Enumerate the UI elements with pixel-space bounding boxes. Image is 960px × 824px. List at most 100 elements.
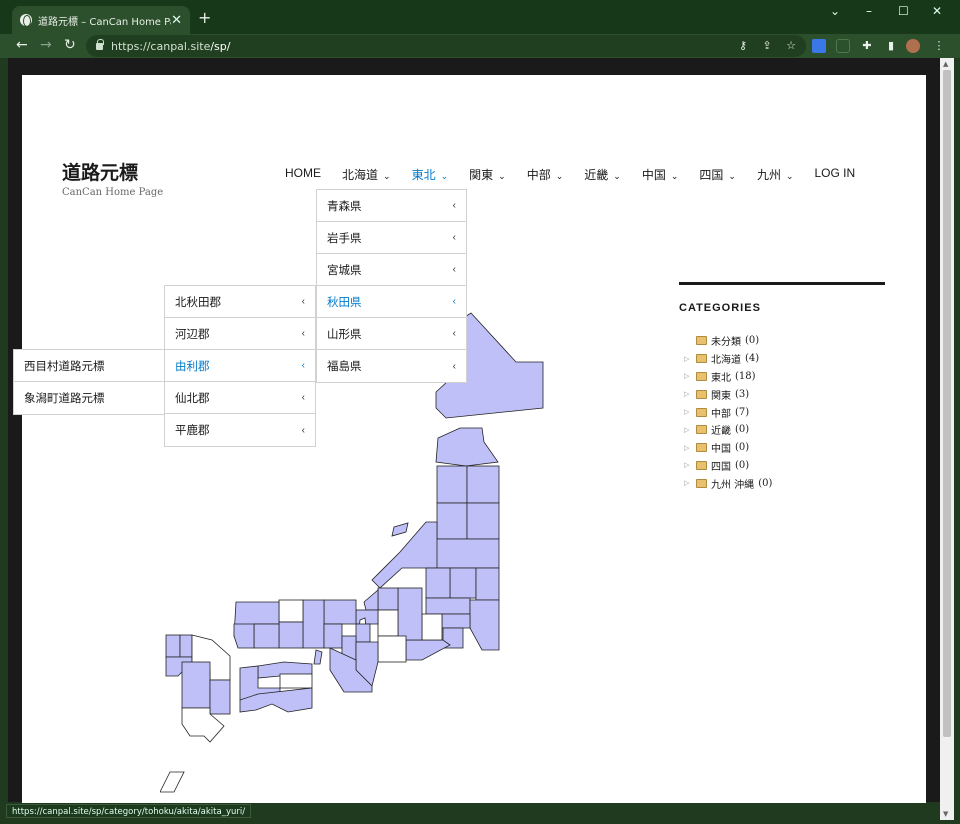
submenu-item[interactable]: 秋田県 ‹ (317, 286, 466, 318)
category-item[interactable]: ▷ 中国 (0) (684, 439, 772, 457)
category-item[interactable]: ▷ 四国 (0) (684, 457, 772, 475)
key-icon[interactable]: ⚷ (736, 39, 750, 53)
chevron-left-icon[interactable]: ‹ (302, 296, 305, 307)
nav-item[interactable]: HOME (285, 166, 321, 182)
category-name[interactable]: 中国 (711, 440, 731, 455)
submenu-item[interactable]: 青森県 ‹ (317, 190, 466, 222)
profile-avatar[interactable] (906, 39, 920, 53)
chevron-down-icon[interactable]: ⌄ (556, 171, 564, 181)
star-icon[interactable]: ☆ (784, 39, 798, 53)
submenu-item[interactable]: 象潟町道路元標 (14, 382, 164, 414)
chevron-down-icon[interactable]: ⌄ (498, 171, 506, 181)
map-region-fukui (355, 609, 379, 625)
expand-triangle-icon[interactable]: ▷ (684, 372, 696, 380)
expand-triangle-icon[interactable]: ▷ (684, 444, 696, 452)
maximize-icon[interactable]: ☐ (898, 4, 909, 18)
chevron-down-icon[interactable]: ⌄ (671, 171, 679, 181)
submenu-item[interactable]: 西目村道路元標 (14, 350, 164, 382)
submenu-item[interactable]: 河辺郡 ‹ (165, 318, 315, 350)
category-item[interactable]: ▷ 東北 (18) (684, 368, 772, 386)
submenu-item[interactable]: 宮城県 ‹ (317, 254, 466, 286)
expand-triangle-icon[interactable]: ▷ (684, 426, 696, 434)
nav-item[interactable]: 東北 ⌄ (412, 166, 449, 182)
window-close-icon[interactable]: ✕ (932, 4, 942, 18)
submenu-item[interactable]: 岩手県 ‹ (317, 222, 466, 254)
close-tab-icon[interactable]: ✕ (171, 13, 182, 28)
reload-icon[interactable]: ↻ (64, 37, 76, 53)
district-submenu: 北秋田郡 ‹ 河辺郡 ‹ 由利郡 ‹ 仙北郡 ‹ 平鹿郡 ‹ (164, 285, 316, 447)
submenu-item[interactable]: 由利郡 ‹ (165, 350, 315, 382)
category-name[interactable]: 中部 (711, 405, 731, 420)
nav-item[interactable]: LOG IN (815, 166, 856, 182)
category-item[interactable]: ▷ 近畿 (0) (684, 421, 772, 439)
tab-search-icon[interactable]: ⌄ (830, 4, 840, 18)
category-name[interactable]: 近畿 (711, 422, 731, 437)
puzzle-icon[interactable]: ✚ (860, 39, 874, 53)
nav-item[interactable]: 中部 ⌄ (527, 166, 564, 182)
nav-item[interactable]: 近畿 ⌄ (584, 166, 621, 182)
submenu-item[interactable]: 平鹿郡 ‹ (165, 414, 315, 446)
map-region-sado (391, 522, 409, 537)
category-name[interactable]: 北海道 (711, 351, 741, 366)
site-title[interactable]: 道路元標 (62, 158, 138, 185)
scrollbar-thumb[interactable] (943, 70, 951, 737)
category-name[interactable]: 九州 沖縄 (711, 476, 754, 491)
category-item[interactable]: ▷ 関東 (3) (684, 385, 772, 403)
chevron-left-icon[interactable]: ‹ (302, 360, 305, 371)
category-item[interactable]: ▷ 北海道 (4) (684, 350, 772, 368)
submenu-item[interactable]: 山形県 ‹ (317, 318, 466, 350)
expand-triangle-icon[interactable]: ▷ (684, 479, 696, 487)
submenu-item-label: 青森県 (327, 200, 362, 213)
chevron-left-icon[interactable]: ‹ (453, 232, 456, 243)
chevron-left-icon[interactable]: ‹ (302, 328, 305, 339)
share-icon[interactable]: ⇪ (760, 39, 774, 53)
nav-item[interactable]: 中国 ⌄ (642, 166, 679, 182)
chevron-down-icon[interactable]: ⌄ (383, 171, 391, 181)
chevron-left-icon[interactable]: ‹ (302, 425, 305, 436)
nav-item[interactable]: 四国 ⌄ (699, 166, 736, 182)
scrollbar[interactable]: ▲ ▼ (940, 58, 954, 820)
expand-triangle-icon[interactable]: ▷ (684, 355, 696, 363)
category-name[interactable]: 関東 (711, 387, 731, 402)
chevron-left-icon[interactable]: ‹ (453, 296, 456, 307)
category-name[interactable]: 未分類 (711, 333, 741, 348)
category-count: (0) (735, 442, 750, 454)
chevron-left-icon[interactable]: ‹ (453, 264, 456, 275)
forward-icon[interactable]: → (40, 37, 52, 53)
chevron-down-icon[interactable]: ⌄ (441, 171, 449, 181)
chevron-down-icon[interactable]: ⌄ (728, 171, 736, 181)
expand-triangle-icon[interactable]: ▷ (684, 408, 696, 416)
expand-triangle-icon[interactable]: ▷ (684, 390, 696, 398)
category-item[interactable]: ▷ 中部 (7) (684, 403, 772, 421)
expand-triangle-icon[interactable]: ▷ (684, 461, 696, 469)
chevron-down-icon[interactable]: ⌄ (786, 171, 794, 181)
address-bar[interactable]: https://canpal.site/sp/ (86, 35, 806, 57)
category-item[interactable]: ▷ 九州 沖縄 (0) (684, 474, 772, 492)
scroll-up-icon[interactable]: ▲ (943, 60, 948, 68)
sidepanel-icon[interactable]: ▮ (884, 39, 898, 53)
translate-extension-icon[interactable] (812, 39, 826, 53)
menu-icon[interactable]: ⋮ (932, 39, 946, 53)
submenu-item-label: 北秋田郡 (175, 296, 221, 309)
nav-item[interactable]: 関東 ⌄ (469, 166, 506, 182)
category-name[interactable]: 東北 (711, 369, 731, 384)
new-tab-button[interactable]: + (198, 8, 211, 27)
browser-tab[interactable]: 道路元標 – CanCan Home Page ✕ (12, 6, 190, 34)
chevron-left-icon[interactable]: ‹ (453, 361, 456, 372)
nav-item[interactable]: 北海道 ⌄ (342, 166, 391, 182)
submenu-item[interactable]: 北秋田郡 ‹ (165, 286, 315, 318)
chevron-left-icon[interactable]: ‹ (302, 392, 305, 403)
chevron-left-icon[interactable]: ‹ (453, 200, 456, 211)
back-icon[interactable]: ← (16, 37, 28, 53)
extension-icon[interactable] (836, 39, 850, 53)
chevron-down-icon[interactable]: ⌄ (613, 171, 621, 181)
map-region-oita (179, 634, 193, 658)
submenu-item[interactable]: 仙北郡 ‹ (165, 382, 315, 414)
nav-item[interactable]: 九州 ⌄ (757, 166, 794, 182)
minimize-icon[interactable]: – (866, 4, 872, 18)
scroll-down-icon[interactable]: ▼ (943, 810, 948, 818)
chevron-left-icon[interactable]: ‹ (453, 328, 456, 339)
category-item[interactable]: 未分類 (0) (684, 332, 772, 350)
submenu-item[interactable]: 福島県 ‹ (317, 350, 466, 382)
category-name[interactable]: 四国 (711, 458, 731, 473)
